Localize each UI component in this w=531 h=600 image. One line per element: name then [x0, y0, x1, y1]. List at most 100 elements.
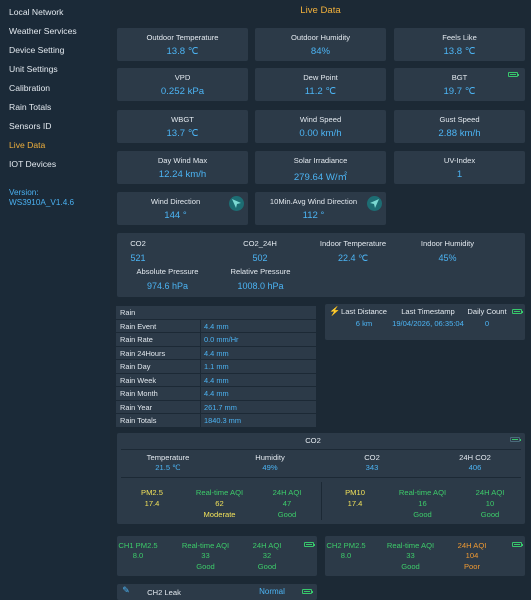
- column-divider: [200, 387, 201, 400]
- ch2-leak-label: CH2 Leak: [147, 588, 181, 597]
- card-label: Solar Irradiance: [293, 156, 348, 165]
- battery-icon: [302, 589, 313, 594]
- pm10-24h-aqi-status: Good: [480, 510, 500, 519]
- daily-count-value: 0: [484, 319, 490, 328]
- wbgt-card: WBGT 13.7 ℃: [117, 110, 248, 143]
- pm25-value: 17.4: [144, 499, 160, 508]
- card-label: Wind Direction: [150, 197, 201, 206]
- sidebar-item-calibration[interactable]: Calibration: [0, 79, 110, 98]
- battery-icon: [304, 542, 315, 547]
- page-title: Live Data: [300, 5, 341, 16]
- ch2-pm25-label: CH2 PM2.5: [326, 541, 366, 550]
- ch1-24h-aqi-label: 24H AQI: [252, 541, 282, 550]
- outdoor-temperature-card: Outdoor Temperature 13.8 ℃: [117, 28, 248, 61]
- sidebar-item-device-setting[interactable]: Device Setting: [0, 41, 110, 60]
- table-row: Rain Month 4.4 mm: [116, 387, 316, 401]
- column-divider: [200, 414, 201, 427]
- card-value: 2.88 km/h: [438, 128, 481, 139]
- co2-24h-label: CO2_24H: [243, 239, 277, 248]
- pm25-24h-aqi-status: Good: [277, 510, 297, 519]
- vpd-card: VPD 0.252 kPa: [117, 68, 248, 101]
- uv-index-card: UV-Index 1: [394, 151, 525, 184]
- card-label: UV-Index: [443, 156, 476, 165]
- co2-sensor-co2-label: CO2: [364, 453, 380, 462]
- card-label: Day Wind Max: [157, 156, 208, 165]
- pm25-label: PM2.5: [141, 488, 163, 497]
- card-label: Outdoor Temperature: [146, 33, 219, 42]
- pm10-value: 17.4: [347, 499, 363, 508]
- indoor-temperature-label: Indoor Temperature: [319, 239, 387, 248]
- sidebar-item-local-network[interactable]: Local Network: [0, 3, 110, 22]
- sidebar-item-sensors-id[interactable]: Sensors ID: [0, 117, 110, 136]
- rain-table-header: Rain: [116, 306, 316, 320]
- ch2-realtime-aqi-label: Real-time AQI: [386, 541, 435, 550]
- rain-header-label: Rain: [120, 308, 136, 317]
- battery-icon: [512, 542, 523, 547]
- feels-like-card: Feels Like 13.8 ℃: [394, 28, 525, 61]
- solar-irradiance-card: Solar Irradiance 279.64 W/㎡: [255, 151, 386, 184]
- indoor-temperature-value: 22.4 ℃: [337, 253, 369, 263]
- sidebar-item-rain-totals[interactable]: Rain Totals: [0, 98, 110, 117]
- rain-row-label: Rain Week: [120, 375, 157, 385]
- pm10-realtime-aqi-status: Good: [413, 510, 432, 519]
- pm25-realtime-aqi-status: Moderate: [203, 510, 236, 519]
- dew-point-card: Dew Point 11.2 ℃: [255, 68, 386, 101]
- rain-row-value: 261.7 mm: [204, 402, 237, 412]
- last-timestamp-value: 19/04/2026, 06:35:04: [392, 319, 464, 328]
- rain-row-label: Rain Rate: [120, 335, 153, 344]
- column-divider: [200, 333, 201, 346]
- card-value: 0.00 km/h: [299, 128, 342, 139]
- ch1-24h-aqi-value: 32: [262, 551, 272, 560]
- rain-row-value: 1840.3 mm: [204, 416, 241, 425]
- pm25-24h-aqi-value: 47: [282, 499, 292, 508]
- table-row: Rain Rate 0.0 mm/Hr: [116, 333, 316, 347]
- card-label: WBGT: [171, 115, 194, 124]
- sidebar-item-unit-settings[interactable]: Unit Settings: [0, 60, 110, 79]
- table-row: Rain Totals 1840.3 mm: [116, 414, 316, 428]
- indoor-humidity-label: Indoor Humidity: [420, 239, 475, 248]
- pm10-label: PM10: [345, 488, 365, 497]
- card-value: 13.8 ℃: [443, 46, 476, 57]
- pm10-realtime-aqi-value: 16: [418, 499, 427, 508]
- ch1-pm25-label: CH1 PM2.5: [118, 541, 158, 550]
- daily-count-label: Daily Count: [467, 307, 507, 316]
- wind-direction-arrow-icon: [229, 196, 244, 211]
- rain-row-label: Rain Event: [120, 321, 157, 331]
- sidebar-item-weather-services[interactable]: Weather Services: [0, 22, 110, 41]
- divider: [121, 449, 521, 450]
- card-label: Dew Point: [303, 73, 338, 82]
- ch2-realtime-aqi-value: 33: [406, 551, 415, 560]
- table-row: Rain Day 1.1 mm: [116, 360, 316, 374]
- ch1-realtime-aqi-value: 33: [201, 551, 210, 560]
- sidebar-item-live-data[interactable]: Live Data: [0, 136, 110, 155]
- card-label: Wind Speed: [299, 115, 342, 124]
- co2-label: CO2: [130, 239, 146, 248]
- pm25-24h-aqi-label: 24H AQI: [272, 488, 302, 497]
- ch2-realtime-aqi-status: Good: [401, 562, 420, 571]
- avg-wind-direction-card: 10Min.Avg Wind Direction 112 °: [255, 192, 386, 225]
- co2-sensor-co2-value: 343: [365, 463, 379, 472]
- card-value: 84%: [310, 46, 331, 57]
- card-value: 19.7 ℃: [443, 86, 476, 97]
- divider: [321, 482, 322, 520]
- co2-humidity-label: Humidity: [255, 453, 285, 462]
- card-label: VPD: [174, 73, 191, 82]
- card-value: 112 °: [302, 210, 325, 221]
- rain-row-value: 0.0 mm/Hr: [204, 335, 239, 344]
- column-divider: [200, 360, 201, 373]
- relative-pressure-value: 1008.0 hPa: [237, 281, 284, 291]
- card-value: 11.2 ℃: [304, 86, 337, 97]
- bgt-card: BGT 19.7 ℃: [394, 68, 525, 101]
- table-row: Rain Event 4.4 mm: [116, 319, 316, 333]
- ch2-24h-aqi-label: 24H AQI: [457, 541, 487, 550]
- rain-row-value: 1.1 mm: [204, 362, 229, 371]
- leak-status: Normal: [259, 587, 285, 596]
- sidebar-item-iot-devices[interactable]: IOT Devices: [0, 155, 110, 174]
- co2-24h-label: 24H CO2: [459, 453, 491, 462]
- pencil-icon[interactable]: ✎: [120, 585, 132, 596]
- co2-24h-value: 502: [252, 253, 268, 263]
- rain-table: Rain Rain Event 4.4 mm Rain Rate 0.0 mm/Hr…: [116, 306, 316, 428]
- last-timestamp-label: Last Timestamp: [401, 307, 455, 316]
- rain-row-label: Rain Totals: [120, 416, 157, 425]
- rain-row-label: Rain Year: [120, 402, 153, 412]
